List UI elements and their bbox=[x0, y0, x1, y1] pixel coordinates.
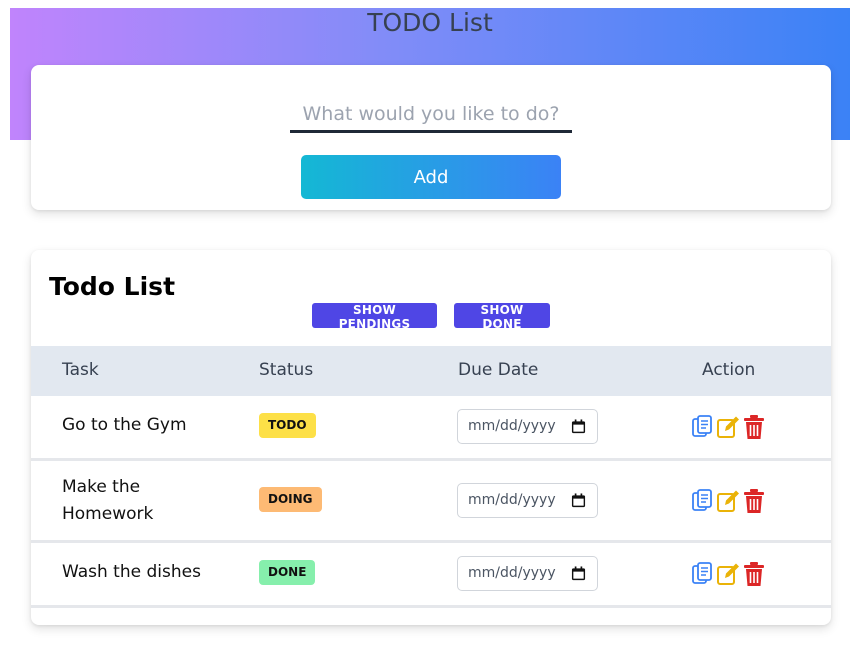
trash-icon[interactable] bbox=[742, 414, 766, 440]
table-row: Make the Homework DOING mm/dd/yyyy bbox=[31, 461, 831, 543]
app-title: TODO List bbox=[367, 8, 493, 37]
due-date-input[interactable]: mm/dd/yyyy bbox=[457, 409, 598, 444]
task-name: Go to the Gym bbox=[62, 415, 187, 435]
status-badge: TODO bbox=[259, 413, 316, 438]
column-header-status: Status bbox=[259, 360, 314, 380]
row-actions bbox=[690, 488, 770, 514]
pencil-edit-icon[interactable] bbox=[716, 414, 740, 440]
row-actions bbox=[690, 414, 770, 440]
calendar-icon[interactable] bbox=[571, 566, 586, 581]
table-header: Task Status Due Date Action bbox=[31, 346, 831, 396]
calendar-icon[interactable] bbox=[571, 493, 586, 508]
add-task-card: Add bbox=[31, 65, 831, 210]
row-actions bbox=[690, 561, 770, 587]
column-header-due-date: Due Date bbox=[458, 360, 539, 380]
clipboard-copy-icon[interactable] bbox=[690, 488, 714, 514]
due-date-input[interactable]: mm/dd/yyyy bbox=[457, 483, 598, 518]
show-pendings-button[interactable]: SHOW PENDINGS bbox=[312, 303, 437, 331]
table-row: Go to the Gym TODO mm/dd/yyyy bbox=[31, 396, 831, 461]
task-name: Wash the dishes bbox=[62, 562, 201, 582]
list-title: Todo List bbox=[49, 272, 176, 301]
trash-icon[interactable] bbox=[742, 488, 766, 514]
show-done-button[interactable]: SHOW DONE bbox=[454, 303, 550, 331]
status-badge: DONE bbox=[259, 560, 316, 585]
add-button[interactable]: Add bbox=[301, 155, 561, 199]
clipboard-copy-icon[interactable] bbox=[690, 414, 714, 440]
pencil-edit-icon[interactable] bbox=[716, 488, 740, 514]
due-date-placeholder: mm/dd/yyyy bbox=[468, 418, 556, 434]
pencil-edit-icon[interactable] bbox=[716, 561, 740, 587]
column-header-action: Action bbox=[702, 360, 756, 380]
due-date-input[interactable]: mm/dd/yyyy bbox=[457, 556, 598, 591]
status-badge: DOING bbox=[259, 487, 322, 512]
calendar-icon[interactable] bbox=[571, 419, 586, 434]
clipboard-copy-icon[interactable] bbox=[690, 561, 714, 587]
trash-icon[interactable] bbox=[742, 561, 766, 587]
column-header-task: Task bbox=[62, 360, 99, 380]
task-name: Make the Homework bbox=[62, 477, 154, 524]
table-row: Wash the dishes DONE mm/dd/yyyy bbox=[31, 543, 831, 608]
task-input[interactable] bbox=[290, 97, 572, 133]
due-date-placeholder: mm/dd/yyyy bbox=[468, 492, 556, 508]
todo-list-card: Todo List SHOW PENDINGS SHOW DONE Task S… bbox=[31, 250, 831, 625]
due-date-placeholder: mm/dd/yyyy bbox=[468, 565, 556, 581]
